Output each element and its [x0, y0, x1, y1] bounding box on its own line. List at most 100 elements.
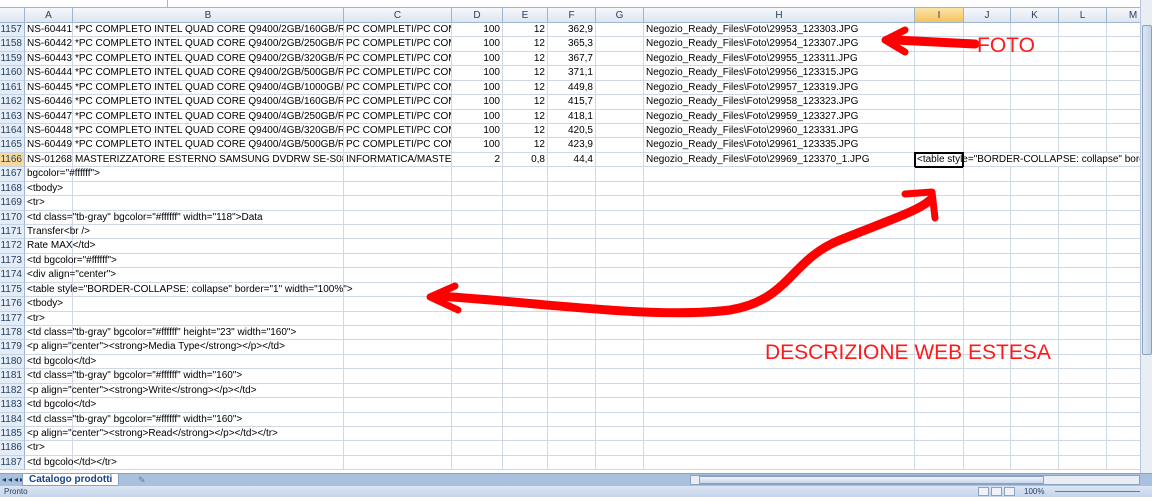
cell-A1178-text[interactable]: <td class="tb-gray" bgcolor="#ffffff" he…	[25, 326, 296, 340]
cell-I1183[interactable]	[915, 398, 964, 413]
cell-K1183[interactable]	[1011, 398, 1059, 413]
cell-E1185[interactable]	[503, 427, 548, 442]
cell-L1160[interactable]	[1059, 66, 1107, 81]
cell-J1175[interactable]	[964, 282, 1011, 298]
cell-E1168[interactable]	[503, 181, 548, 197]
cell-J1181[interactable]	[964, 369, 1011, 384]
cell-M1187[interactable]	[1107, 456, 1140, 471]
cell-A1182-text[interactable]: <p align="center"><strong>Write</strong>…	[25, 384, 257, 398]
cell-H1186[interactable]	[644, 441, 915, 456]
cell-C1166[interactable]: INFORMATICA/MASTER	[344, 152, 452, 168]
cell-C1157[interactable]: PC COMPLETI/PC COMP	[344, 23, 452, 38]
page-break-icon[interactable]	[1004, 487, 1015, 496]
row-header[interactable]: 1178	[0, 326, 25, 341]
cell-G1160[interactable]	[596, 66, 644, 81]
cell-L1170[interactable]	[1059, 210, 1107, 225]
cell-D1159[interactable]: 100	[452, 51, 503, 67]
cell-H1158[interactable]: Negozio_Ready_Files\Foto\29954_123307.JP…	[644, 37, 915, 52]
cell-L1185[interactable]	[1059, 427, 1107, 442]
cell-E1166[interactable]: 0,8	[503, 152, 548, 168]
cell-C1182[interactable]	[344, 383, 452, 399]
cell-K1167[interactable]	[1011, 167, 1059, 182]
cell-E1164[interactable]: 12	[503, 124, 548, 139]
cell-H1177[interactable]	[644, 311, 915, 327]
cell-H1178[interactable]	[644, 326, 915, 341]
cell-F1159[interactable]: 367,7	[548, 51, 596, 67]
cell-G1177[interactable]	[596, 311, 644, 327]
row-header[interactable]: 1160	[0, 66, 25, 81]
cell-M1178[interactable]	[1107, 326, 1140, 341]
column-header-A[interactable]: A	[25, 8, 73, 23]
cell-B1157[interactable]: *PC COMPLETO INTEL QUAD CORE Q9400/2GB/1…	[73, 23, 344, 38]
cell-L1171[interactable]	[1059, 225, 1107, 240]
cell-H1172[interactable]	[644, 239, 915, 254]
cell-I1172[interactable]	[915, 239, 964, 254]
cell-F1186[interactable]	[548, 441, 596, 456]
cell-L1169[interactable]	[1059, 196, 1107, 211]
cell-G1176[interactable]	[596, 297, 644, 312]
cell-D1172[interactable]	[452, 239, 503, 254]
cell-B1186[interactable]	[73, 441, 344, 456]
row-header[interactable]: 1186	[0, 441, 25, 456]
cell-C1176[interactable]	[344, 297, 452, 312]
column-header-H[interactable]: H	[644, 8, 915, 23]
cell-C1171[interactable]	[344, 225, 452, 240]
cell-B1176[interactable]	[73, 297, 344, 312]
cell-G1163[interactable]	[596, 109, 644, 124]
cell-M1181[interactable]	[1107, 369, 1140, 384]
cell-L1180[interactable]	[1059, 354, 1107, 370]
cell-E1162[interactable]: 12	[503, 95, 548, 110]
cell-G1174[interactable]	[596, 268, 644, 283]
cell-E1167[interactable]	[503, 167, 548, 182]
cell-D1176[interactable]	[452, 297, 503, 312]
cell-D1186[interactable]	[452, 441, 503, 456]
cell-F1168[interactable]	[548, 181, 596, 197]
cell-J1160[interactable]	[964, 66, 1011, 81]
cell-E1165[interactable]: 12	[503, 138, 548, 153]
cell-K1168[interactable]	[1011, 181, 1059, 197]
cell-E1181[interactable]	[503, 369, 548, 384]
cell-J1169[interactable]	[964, 196, 1011, 211]
column-header-I[interactable]: I	[915, 8, 964, 23]
cell-M1184[interactable]	[1107, 413, 1140, 428]
cell-G1166[interactable]	[596, 152, 644, 168]
cell-G1164[interactable]	[596, 124, 644, 139]
cell-B1169[interactable]	[73, 196, 344, 211]
cell-E1161[interactable]: 12	[503, 80, 548, 96]
cell-F1177[interactable]	[548, 311, 596, 327]
column-header-C[interactable]: C	[344, 8, 452, 23]
cell-I1175[interactable]	[915, 282, 964, 298]
cell-G1168[interactable]	[596, 181, 644, 197]
cell-H1164[interactable]: Negozio_Ready_Files\Foto\29960_123331.JP…	[644, 124, 915, 139]
cell-D1168[interactable]	[452, 181, 503, 197]
cell-E1173[interactable]	[503, 253, 548, 269]
cell-C1159[interactable]: PC COMPLETI/PC COMP	[344, 51, 452, 67]
column-header-D[interactable]: D	[452, 8, 503, 23]
cell-E1171[interactable]	[503, 225, 548, 240]
cell-K1163[interactable]	[1011, 109, 1059, 124]
cell-I1161[interactable]	[915, 80, 964, 96]
row-header[interactable]: 1175	[0, 282, 25, 298]
cell-H1187[interactable]	[644, 455, 915, 471]
cell-A1186-text[interactable]: <tr>	[25, 441, 45, 455]
cell-G1159[interactable]	[596, 51, 644, 67]
cell-I1166[interactable]: <table style="BORDER-COLLAPSE: collapse"…	[915, 153, 1140, 168]
cell-H1181[interactable]	[644, 369, 915, 384]
cell-A1160[interactable]: NS-60444	[25, 66, 73, 81]
cell-J1174[interactable]	[964, 268, 1011, 283]
cell-H1170[interactable]	[644, 210, 915, 225]
cell-C1172[interactable]	[344, 239, 452, 254]
cell-A1167-text[interactable]: bgcolor="#ffffff">	[25, 167, 100, 181]
cell-A1172-text[interactable]: Rate MAX</td>	[25, 239, 95, 253]
cell-A1164[interactable]: NS-60448	[25, 124, 73, 139]
cell-C1187[interactable]	[344, 455, 452, 471]
cell-K1182[interactable]	[1011, 383, 1059, 399]
row-header[interactable]: 1165	[0, 138, 25, 153]
cell-H1185[interactable]	[644, 427, 915, 442]
cell-F1167[interactable]	[548, 167, 596, 182]
cell-M1165[interactable]	[1107, 138, 1140, 153]
cell-L1187[interactable]	[1059, 455, 1107, 471]
cell-J1167[interactable]	[964, 167, 1011, 182]
cell-D1179[interactable]	[452, 340, 503, 355]
cell-I1162[interactable]	[915, 95, 964, 110]
